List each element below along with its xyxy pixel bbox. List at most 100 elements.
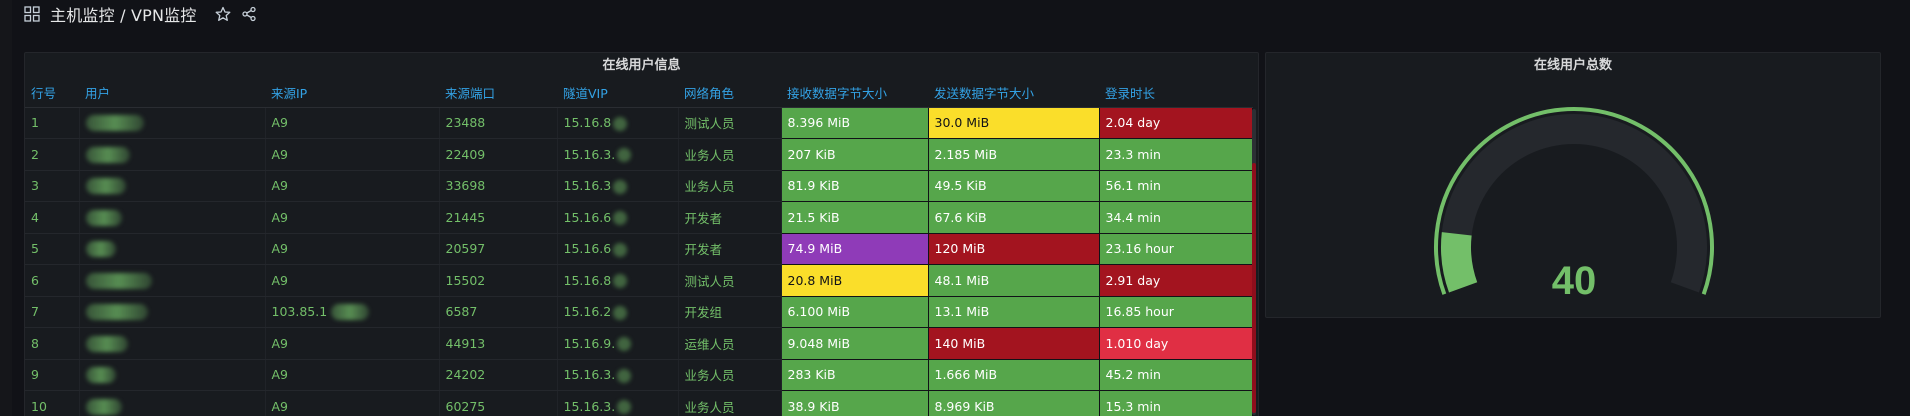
cell-index-text: 7 (31, 304, 39, 320)
cell-role-text: 业务人员 (684, 368, 735, 384)
cell-role: 业务人员 (678, 170, 782, 202)
cell-index-text: 9 (31, 367, 39, 383)
table-row[interactable]: 3 A9 33698 15.16.3 业务人员 81.9 KiB 49.5 KiB 56.1 … (25, 170, 1253, 202)
cell-sent-text: 49.5 KiB (934, 178, 987, 194)
cell-role-text: 开发组 (684, 305, 723, 321)
cell-duration-text: 16.85 hour (1105, 304, 1174, 320)
cell-duration: 15.3 min (1099, 390, 1253, 416)
cell-index-text: 10 (31, 398, 47, 414)
cell-role: 测试人员 (678, 107, 782, 139)
cell-recv-text: 21.5 KiB (787, 209, 840, 225)
cell-index: 8 (25, 327, 80, 360)
table-row[interactable]: 8 A9 44913 15.16.9. 运维人员 9.048 MiB 140 MiB 1.01… (25, 327, 1253, 360)
cell-src-port: 44913 (439, 327, 558, 360)
cell-index: 6 (25, 264, 80, 297)
cell-role: 测试人员 (678, 264, 782, 297)
redacted-user-blur (85, 272, 152, 289)
cell-user (79, 201, 266, 234)
column-header-recv[interactable]: 接收数据字节大小 (781, 79, 928, 108)
cell-role: 业务人员 (678, 359, 782, 391)
cell-src-port-text: 44913 (445, 335, 486, 351)
redacted-vip-blur (613, 211, 628, 225)
column-header-sent[interactable]: 发送数据字节大小 (928, 79, 1099, 108)
cell-recv-text: 207 KiB (787, 146, 836, 162)
column-header-vip[interactable]: 隧道VIP (557, 79, 678, 108)
table-row[interactable]: 1 A9 23488 15.16.8 测试人员 8.396 MiB 30.0 MiB 2.04… (25, 107, 1253, 139)
redacted-user-blur (85, 304, 148, 320)
table-row[interactable]: 10 A9 60275 15.16.3. 业务人员 38.9 KiB 8.969 KiB 15… (25, 390, 1253, 416)
panel-title[interactable]: 在线用户信息 (25, 53, 1258, 79)
cell-vip: 15.16.2 (557, 296, 679, 328)
cell-sent: 49.5 KiB (928, 170, 1100, 202)
cell-sent: 120 MiB (928, 233, 1100, 265)
cell-duration-text: 45.2 min (1105, 367, 1161, 383)
cell-duration: 56.1 min (1099, 170, 1253, 202)
cell-duration: 2.91 day (1099, 264, 1253, 297)
cell-recv: 38.9 KiB (781, 390, 929, 416)
dashboard-header: 主机监控 / VPN监控 (0, 0, 1910, 28)
dashboards-grid-icon[interactable] (24, 6, 40, 22)
cell-duration: 23.16 hour (1099, 233, 1253, 265)
cell-vip-text: 15.16.6 (563, 241, 612, 256)
redacted-user-blur (85, 115, 144, 131)
column-header-duration[interactable]: 登录时长 (1099, 79, 1252, 108)
cell-user (79, 170, 266, 202)
cell-sent: 1.666 MiB (928, 359, 1100, 391)
cell-src-ip-text: A9 (271, 146, 289, 162)
table-row[interactable]: 9 A9 24202 15.16.3. 业务人员 283 KiB 1.666 MiB 45.2… (25, 359, 1253, 391)
cell-src-port-text: 20597 (445, 241, 486, 257)
cell-src-ip-text: A9 (271, 209, 289, 225)
redacted-user-blur (85, 398, 122, 415)
cell-src-ip: 103.85.1 (265, 296, 440, 328)
cell-src-port-text: 33698 (445, 178, 486, 194)
cell-src-ip: A9 (265, 170, 440, 202)
column-header-role[interactable]: 网络角色 (678, 79, 781, 108)
cell-recv: 283 KiB (781, 359, 929, 391)
cell-vip-text: 15.16.9. (563, 335, 616, 351)
cell-duration: 2.04 day (1099, 107, 1253, 139)
table-row[interactable]: 2 A9 22409 15.16.3. 业务人员 207 KiB 2.185 MiB 23.3… (25, 138, 1253, 171)
cell-src-port: 22409 (439, 138, 558, 171)
cell-src-ip: A9 (265, 233, 440, 265)
scrollbar-thumb[interactable] (1252, 163, 1256, 413)
table-row[interactable]: 4 A9 21445 15.16.6 开发者 21.5 KiB 67.6 KiB 34.4 m… (25, 201, 1253, 234)
column-header-src-port[interactable]: 来源端口 (439, 79, 557, 108)
redacted-user-blur (85, 146, 130, 163)
cell-role: 业务人员 (678, 138, 782, 171)
cell-index-text: 4 (31, 209, 39, 225)
cell-src-ip: A9 (265, 138, 440, 171)
redacted-vip-blur (617, 368, 632, 383)
column-header-user[interactable]: 用户 (79, 79, 265, 108)
cell-vip: 15.16.8 (557, 264, 679, 297)
cell-duration-text: 23.16 hour (1105, 241, 1174, 257)
cell-src-port-text: 60275 (445, 398, 486, 414)
table-row[interactable]: 5 A9 20597 15.16.6 开发者 74.9 MiB 120 MiB 23.16 h… (25, 233, 1253, 265)
redacted-vip-blur (617, 337, 632, 351)
cell-user (79, 296, 266, 328)
cell-sent: 8.969 KiB (928, 390, 1100, 416)
cell-user (79, 359, 266, 391)
panel-title[interactable]: 在线用户总数 (1266, 53, 1880, 79)
column-header-src-ip[interactable]: 来源IP (265, 79, 439, 108)
redacted-vip-blur (617, 148, 632, 162)
table-row[interactable]: 6 A9 15502 15.16.8 测试人员 20.8 MiB 48.1 MiB 2.91 … (25, 264, 1253, 297)
cell-src-port-text: 6587 (445, 304, 478, 320)
column-header-index[interactable]: 行号 (25, 79, 79, 108)
star-icon[interactable] (215, 6, 231, 22)
share-icon[interactable] (241, 6, 257, 22)
cell-duration-text: 23.3 min (1105, 146, 1161, 162)
cell-src-port-text: 23488 (445, 115, 486, 131)
cell-index: 7 (25, 296, 80, 328)
cell-src-port: 15502 (439, 264, 558, 297)
cell-index: 5 (25, 233, 80, 265)
cell-sent-text: 48.1 MiB (934, 272, 990, 288)
cell-user (79, 138, 266, 171)
breadcrumb[interactable]: 主机监控 / VPN监控 (50, 2, 197, 26)
cell-recv-text: 8.396 MiB (787, 115, 851, 131)
table-row[interactable]: 7 103.85.1 6587 15.16.2 开发组 6.100 MiB 13.1 MiB… (25, 296, 1253, 328)
redacted-user-blur (85, 178, 126, 194)
cell-recv: 20.8 MiB (781, 264, 929, 297)
cell-vip: 15.16.3. (557, 359, 679, 391)
cell-recv-text: 38.9 KiB (787, 398, 840, 414)
redacted-vip-blur (613, 116, 628, 131)
